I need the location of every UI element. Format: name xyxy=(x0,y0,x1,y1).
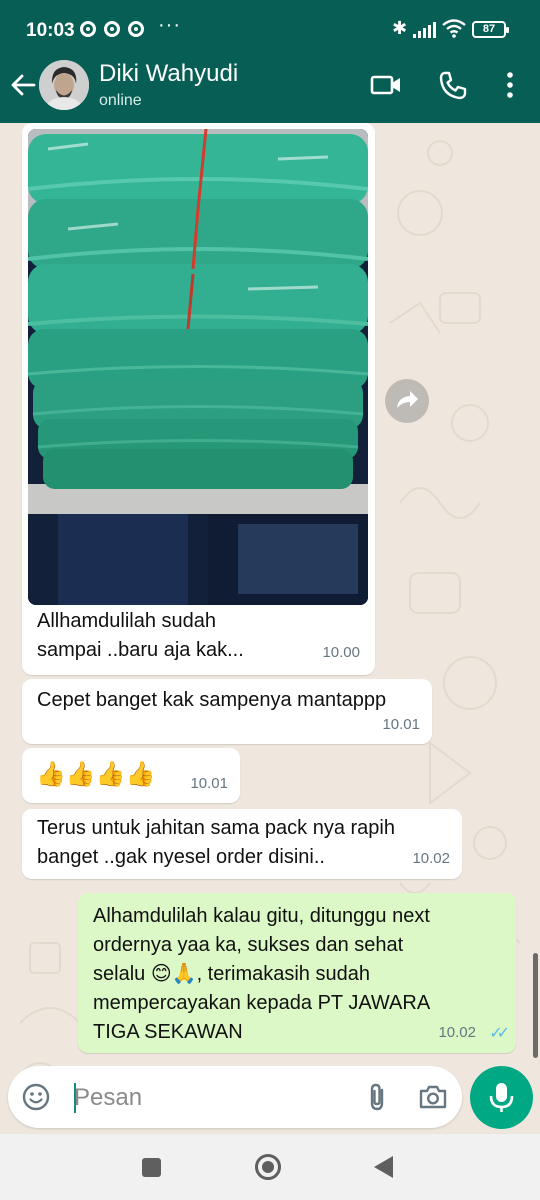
back-arrow-icon[interactable] xyxy=(10,72,36,98)
forward-button[interactable] xyxy=(385,379,429,423)
message-time: 10.02 xyxy=(412,850,450,867)
more-notifications-icon: ··· xyxy=(158,14,181,36)
message-bubble-outgoing[interactable]: Alhamdulilah kalau gitu, ditunggu next o… xyxy=(78,893,516,1053)
message-bubble-incoming[interactable]: Terus untuk jahitan sama pack nya rapih … xyxy=(22,809,462,879)
message-text: 👍👍👍👍 xyxy=(36,761,156,788)
notification-icon xyxy=(104,21,120,37)
wifi-icon xyxy=(442,19,466,38)
mic-icon xyxy=(489,1083,514,1112)
nav-back-icon[interactable] xyxy=(374,1156,393,1178)
message-time: 10.02 xyxy=(438,1024,476,1041)
message-image[interactable] xyxy=(28,129,368,605)
message-bubble-incoming[interactable]: Cepet banget kak sampenya mantappp 10.01 xyxy=(22,679,432,744)
status-bar: 10:03 ··· ✱ 87 xyxy=(0,0,540,58)
contact-name[interactable]: Diki Wahyudi xyxy=(99,60,238,88)
system-nav-bar xyxy=(0,1134,540,1200)
avatar[interactable] xyxy=(39,60,89,110)
signal-icon xyxy=(413,22,436,38)
voice-call-icon[interactable] xyxy=(437,70,469,100)
message-time: 10.01 xyxy=(382,716,420,733)
message-bubble-incoming[interactable]: 👍👍👍👍 10.01 xyxy=(22,748,240,803)
camera-icon[interactable] xyxy=(418,1084,448,1110)
message-time: 10.00 xyxy=(322,644,360,661)
message-text: Allhamdulilah sudah sampai ..baru aja ka… xyxy=(37,610,244,661)
home-icon[interactable] xyxy=(255,1154,281,1180)
attach-icon[interactable] xyxy=(364,1082,392,1112)
message-list[interactable]: Allhamdulilah sudah sampai ..baru aja ka… xyxy=(0,123,540,1133)
image-content xyxy=(28,129,368,605)
message-input[interactable]: Pesan xyxy=(74,1084,142,1112)
avatar-photo xyxy=(39,60,89,110)
recents-icon[interactable] xyxy=(142,1158,161,1177)
chat-header: 10:03 ··· ✱ 87 Diki Wahyudi online xyxy=(0,0,540,123)
battery-icon: 87 xyxy=(472,21,509,38)
message-time: 10.01 xyxy=(190,775,228,792)
emoji-icon[interactable] xyxy=(22,1083,50,1111)
message-composer[interactable]: Pesan xyxy=(8,1066,462,1128)
scrollbar[interactable] xyxy=(533,953,538,1058)
forward-icon xyxy=(397,391,418,408)
more-vert-icon[interactable] xyxy=(494,70,526,100)
read-receipt-icon: ✓✓ xyxy=(489,1025,510,1042)
bluetooth-icon: ✱ xyxy=(392,18,408,38)
notification-icon xyxy=(128,21,144,37)
message-text: Cepet banget kak sampenya mantappp xyxy=(37,689,387,711)
message-text: Terus untuk jahitan sama pack nya rapih … xyxy=(37,817,395,868)
message-bubble-incoming[interactable]: Allhamdulilah sudah sampai ..baru aja ka… xyxy=(22,123,375,675)
video-call-icon[interactable] xyxy=(370,70,402,100)
notification-icon xyxy=(80,21,96,37)
message-text: Alhamdulilah kalau gitu, ditunggu next o… xyxy=(93,905,431,1043)
presence-status: online xyxy=(99,92,142,109)
status-time: 10:03 xyxy=(26,20,75,41)
mic-button[interactable] xyxy=(470,1066,533,1129)
